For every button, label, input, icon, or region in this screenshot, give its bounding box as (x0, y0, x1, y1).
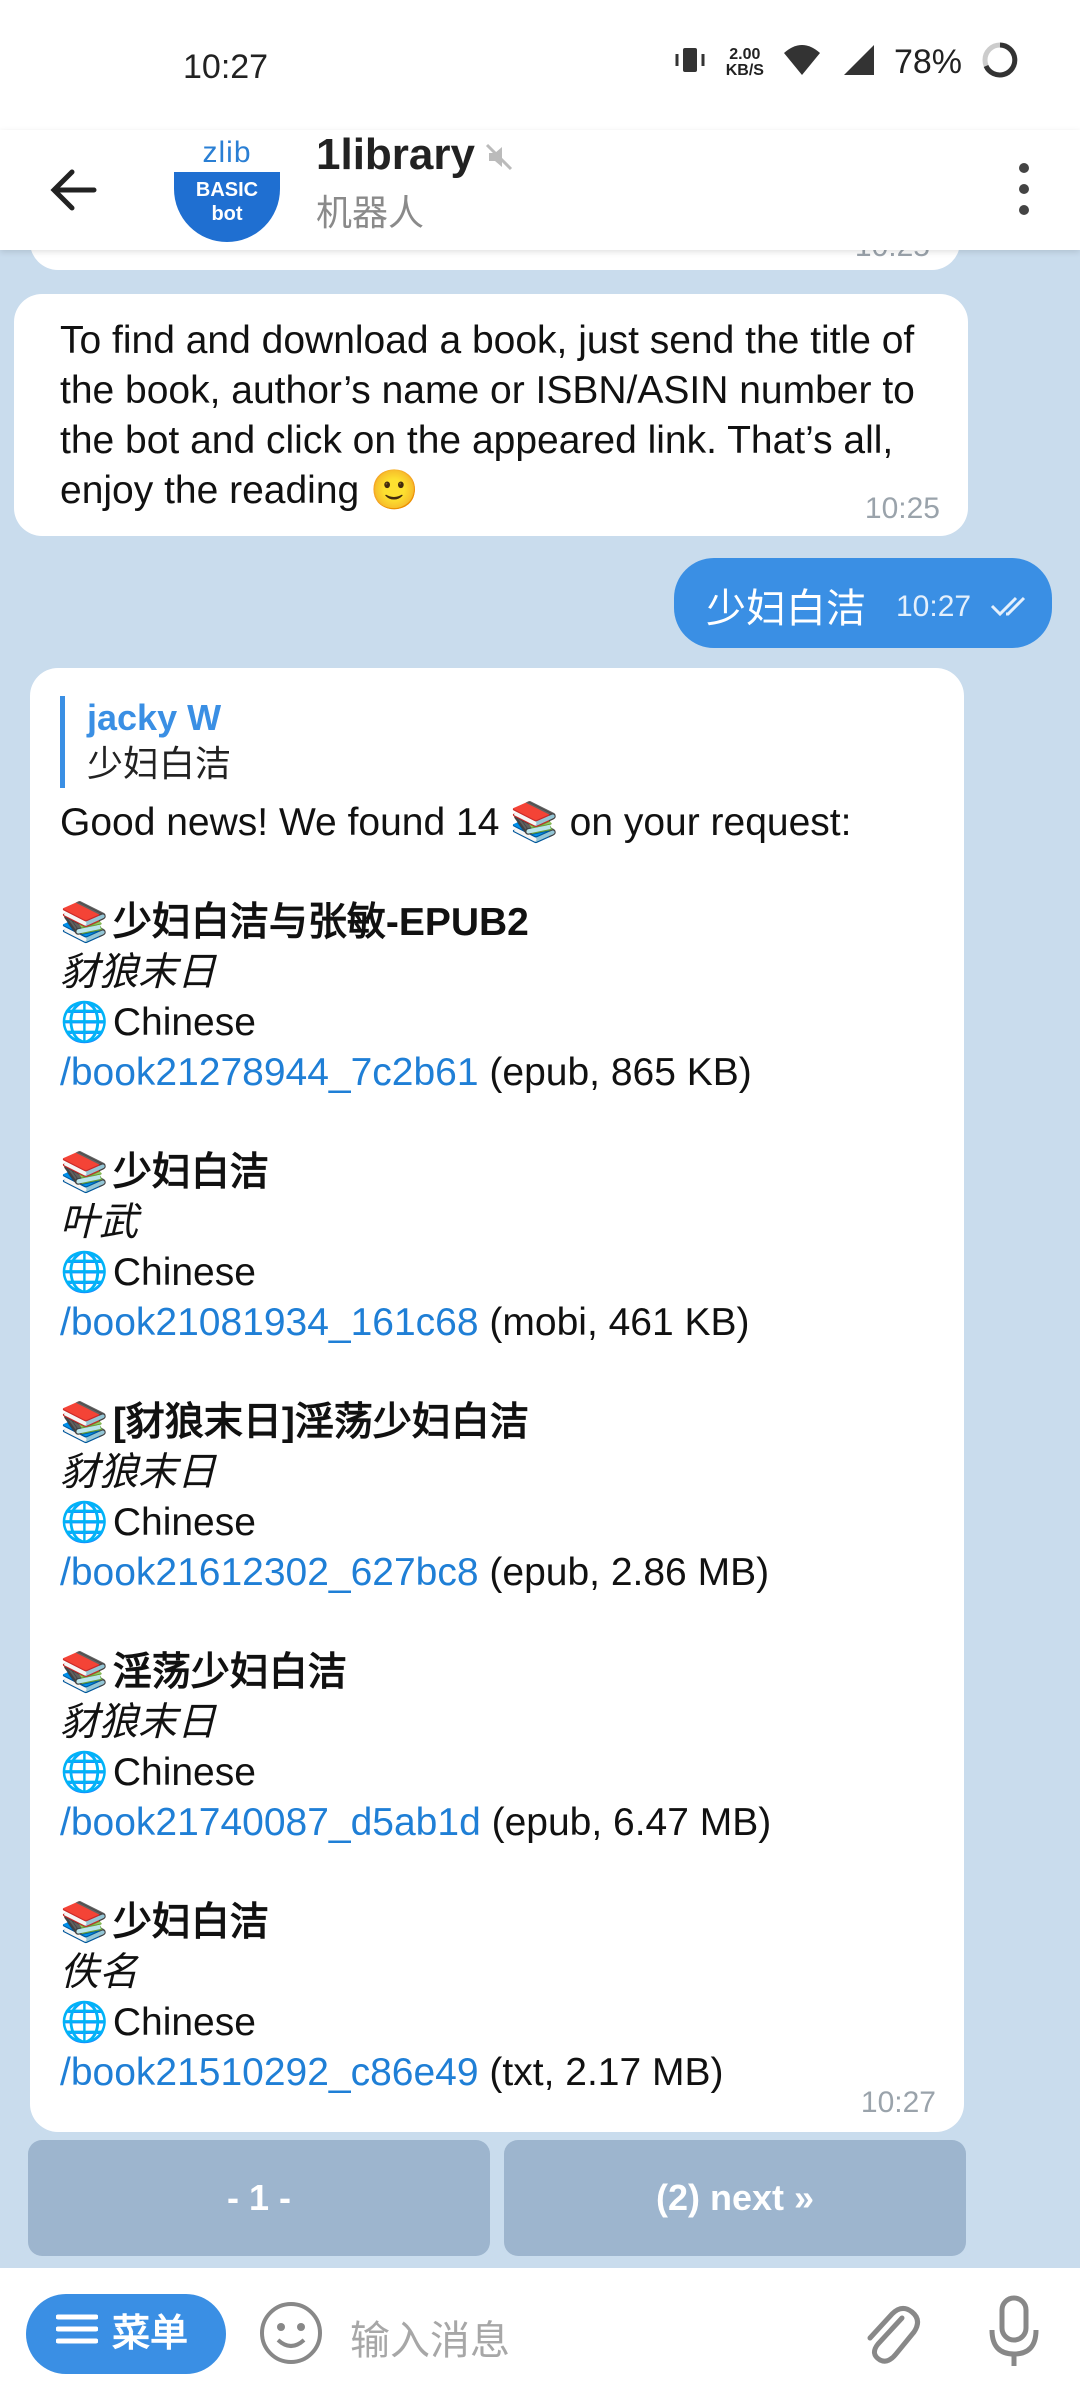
previous-message-bubble: 10:25 (30, 250, 960, 270)
menu-label: 菜单 (112, 2313, 189, 2355)
book-entry: 📚 少妇白洁叶武 🌐 Chinese/book21081934_161c68 (m… (60, 1148, 924, 1348)
read-double-check-icon (990, 594, 1036, 623)
book-list: 📚 少妇白洁与张敏-EPUB2 豺狼末日 🌐 Chinese/book2127894… (60, 898, 924, 2098)
muted-icon (484, 142, 514, 177)
book-title: [豺狼末日]淫荡少妇白洁 (112, 1401, 529, 1444)
book-file-info: (mobi, 461 KB) (489, 1301, 750, 1344)
message-input-bar: 菜单 输入消息 (0, 2268, 1080, 2400)
vibrate-icon (672, 42, 708, 83)
chat-area[interactable]: 10:25 To find and download a book, just … (0, 250, 1080, 2260)
books-icon: 📚 (60, 1651, 109, 1694)
globe-icon: 🌐 (60, 1751, 109, 1794)
battery-percent: 78% (893, 43, 962, 81)
net-speed: 2.00 KB/S (725, 45, 764, 79)
book-download-link[interactable]: /book21081934_161c68 (60, 1301, 479, 1344)
book-file-info: (txt, 2.17 MB) (489, 2051, 724, 2094)
book-title: 淫荡少妇白洁 (112, 1651, 347, 1694)
book-entry: 📚 少妇白洁与张敏-EPUB2 豺狼末日 🌐 Chinese/book2127894… (60, 898, 924, 1098)
book-file-info: (epub, 865 KB) (489, 1051, 752, 1094)
globe-icon: 🌐 (60, 1501, 109, 1544)
attach-paperclip-icon[interactable] (858, 2298, 922, 2373)
book-author: 豺狼末日 (60, 951, 217, 994)
books-icon: 📚 (60, 901, 109, 944)
book-file-info: (epub, 6.47 MB) (491, 1801, 772, 1844)
menu-button[interactable]: 菜单 (26, 2294, 226, 2374)
message-input[interactable]: 输入消息 (350, 2308, 510, 2366)
page-1-button[interactable]: - 1 - (28, 2140, 490, 2256)
chat-subtitle: 机器人 (316, 192, 425, 233)
books-icon: 📚 (60, 1401, 109, 1444)
message-time: 10:27 (896, 590, 972, 623)
book-entry: 📚 少妇白洁佚名 🌐 Chinese/book21510292_c86e49 (t… (60, 1898, 924, 2098)
book-download-link[interactable]: /book21740087_d5ab1d (60, 1801, 481, 1844)
book-author: 叶武 (60, 1201, 139, 1244)
globe-icon: 🌐 (60, 1251, 109, 1294)
book-language: Chinese (112, 1251, 256, 1294)
signal-icon (840, 43, 876, 82)
book-author: 豺狼末日 (60, 1451, 217, 1494)
status-bar: 10:27 2.00 KB/S 78% (0, 0, 1080, 130)
books-icon: 📚 (60, 1151, 109, 1194)
wifi-icon (782, 43, 822, 82)
emoji-icon[interactable] (258, 2300, 324, 2371)
message-time: 10:27 (860, 2086, 936, 2119)
microphone-icon[interactable] (986, 2294, 1042, 2375)
chat-header: zlib BASIC bot 1library 机器人 (0, 130, 1080, 250)
menu-lines-icon (55, 2294, 99, 2374)
book-title: 少妇白洁 (112, 1151, 269, 1194)
next-page-button[interactable]: (2) next » (504, 2140, 966, 2256)
book-download-link[interactable]: /book21510292_c86e49 (60, 2051, 479, 2094)
book-entry: 📚 [豺狼末日]淫荡少妇白洁豺狼末日 🌐 Chinese/book21612302… (60, 1398, 924, 1598)
outgoing-message-bubble: 少妇白洁 10:27 (674, 558, 1052, 648)
reply-text: 少妇白洁 (87, 743, 232, 784)
book-download-link[interactable]: /book21278944_7c2b61 (60, 1051, 479, 1094)
book-language: Chinese (112, 1001, 256, 1044)
globe-icon: 🌐 (60, 2001, 109, 2044)
book-author: 佚名 (60, 1951, 139, 1994)
outgoing-message-text: 少妇白洁 (706, 587, 866, 631)
book-language: Chinese (112, 1501, 256, 1544)
books-icon: 📚 (60, 1901, 109, 1944)
bot-avatar[interactable]: zlib BASIC bot (168, 130, 286, 248)
reply-author: jacky W (87, 697, 222, 738)
search-results-bubble: jacky W 少妇白洁 Good news! We found 14 📚 on… (30, 668, 964, 2132)
message-time: 10:25 (864, 492, 940, 525)
battery-ring-icon (980, 40, 1020, 85)
status-icons: 2.00 KB/S 78% (672, 40, 1020, 85)
book-language: Chinese (112, 1751, 256, 1794)
chat-title[interactable]: 1library (316, 130, 475, 180)
status-time: 10:27 (183, 48, 269, 86)
book-author: 豺狼末日 (60, 1701, 217, 1744)
book-download-link[interactable]: /book21612302_627bc8 (60, 1551, 479, 1594)
results-headline: Good news! We found 14 📚 on your request… (60, 801, 852, 844)
back-arrow-icon[interactable] (44, 160, 104, 220)
message-time: 10:25 (855, 250, 930, 264)
intro-message-text: To find and download a book, just send t… (60, 319, 915, 512)
book-title: 少妇白洁 (112, 1901, 269, 1944)
book-file-info: (epub, 2.86 MB) (489, 1551, 770, 1594)
book-title: 少妇白洁与张敏-EPUB2 (112, 901, 529, 944)
more-options-icon[interactable] (1004, 154, 1044, 224)
intro-message-bubble: To find and download a book, just send t… (14, 294, 968, 536)
reply-quote[interactable]: jacky W 少妇白洁 (60, 696, 924, 788)
book-entry: 📚 淫荡少妇白洁豺狼末日 🌐 Chinese/book21740087_d5ab1… (60, 1648, 924, 1848)
book-language: Chinese (112, 2001, 256, 2044)
globe-icon: 🌐 (60, 1001, 109, 1044)
